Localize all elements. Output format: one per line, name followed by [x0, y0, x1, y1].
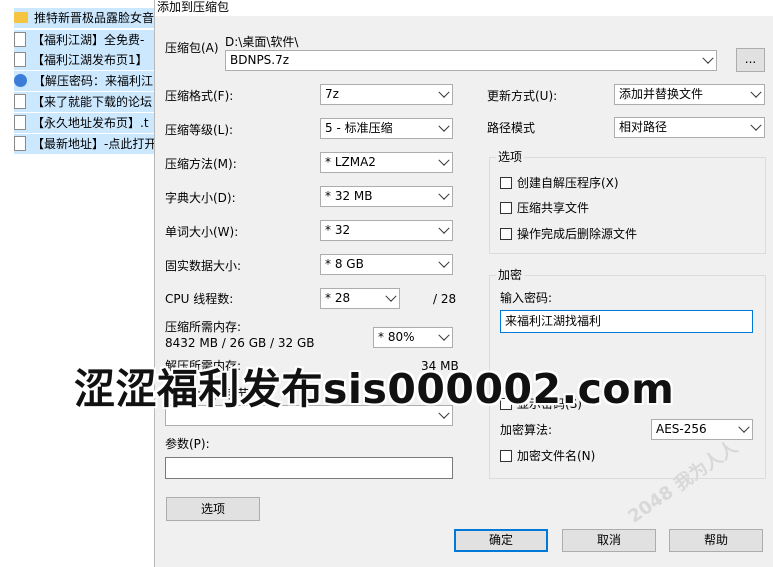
format-label: 压缩格式(F):: [165, 89, 234, 103]
doc-icon: [14, 32, 26, 47]
chevron-down-icon: [702, 52, 714, 64]
chevron-down-icon: [750, 119, 762, 131]
update-value: 添加并替换文件: [619, 87, 704, 101]
mem-percent-value: * 80%: [378, 330, 415, 344]
word-label: 单词大小(W):: [165, 225, 239, 239]
watermark-text: 涩涩福利发布sis000002.com: [74, 365, 675, 413]
path-mode-label: 路径模式: [487, 121, 536, 135]
enc-method-label: 加密算法:: [500, 423, 553, 437]
mem-comp-label: 压缩所需内存:: [165, 320, 242, 334]
archive-path: D:\桌面\软件\: [225, 35, 299, 49]
file-name: 【福利江湖发布页1】: [32, 53, 148, 67]
jpg-icon: [14, 74, 27, 87]
doc-icon: [14, 136, 26, 151]
delete-label: 操作完成后删除源文件: [517, 227, 638, 241]
list-item[interactable]: 推特新晋极品露脸女音: [14, 8, 154, 28]
chevron-down-icon: [438, 86, 450, 98]
update-label: 更新方式(U):: [487, 89, 558, 103]
path-mode-value: 相对路径: [619, 120, 668, 134]
method-combo[interactable]: * LZMA2: [320, 152, 453, 173]
ok-button[interactable]: 确定: [454, 529, 548, 552]
password-label: 输入密码:: [500, 291, 553, 305]
list-item[interactable]: 【永久地址发布页】.t: [14, 113, 154, 133]
chevron-down-icon: [438, 256, 450, 268]
chevron-down-icon: [438, 329, 450, 341]
format-value: 7z: [325, 87, 339, 101]
level-label: 压缩等级(L):: [165, 123, 234, 137]
params-input[interactable]: [165, 457, 453, 479]
file-name: 【最新地址】-点此打开: [32, 137, 154, 151]
method-value: * LZMA2: [325, 155, 376, 169]
dict-label: 字典大小(D):: [165, 191, 236, 205]
dict-combo[interactable]: * 32 MB: [320, 186, 453, 207]
list-item[interactable]: 【来了就能下载的论坛: [14, 92, 154, 112]
dict-value: * 32 MB: [325, 189, 373, 203]
archive-name-combo[interactable]: BDNPS.7z: [225, 50, 717, 71]
shared-checkbox[interactable]: [500, 202, 512, 214]
enc-method-value: AES-256: [656, 422, 707, 436]
method-label: 压缩方法(M):: [165, 157, 237, 171]
doc-icon: [14, 115, 26, 130]
delete-checkbox[interactable]: [500, 228, 512, 240]
options-group-title: 选项: [496, 150, 525, 164]
list-item[interactable]: 【福利江湖发布页1】: [14, 50, 154, 70]
encrypt-group-title: 加密: [496, 268, 525, 282]
solid-value: * 8 GB: [325, 257, 364, 271]
solid-combo[interactable]: * 8 GB: [320, 254, 453, 275]
archive-label: 压缩包(A): [165, 41, 219, 55]
file-name: 推特新晋极品露脸女音: [34, 11, 154, 25]
cpu-label: CPU 线程数:: [165, 292, 234, 306]
cpu-combo[interactable]: * 28: [320, 288, 400, 309]
list-item[interactable]: 【最新地址】-点此打开: [14, 134, 154, 154]
browse-button[interactable]: ...: [736, 48, 765, 72]
solid-label: 固实数据大小:: [165, 259, 242, 273]
chevron-down-icon: [438, 222, 450, 234]
folder-icon: [14, 12, 28, 23]
file-list: 推特新晋极品露脸女音 【福利江湖】全免费- 【福利江湖发布页1】 【解压密码：来…: [0, 0, 154, 567]
format-combo[interactable]: 7z: [320, 84, 453, 105]
password-value: 来福利江湖找福利: [505, 314, 602, 328]
word-combo[interactable]: * 32: [320, 220, 453, 241]
params-label: 参数(P):: [165, 437, 210, 451]
encrypt-names-checkbox[interactable]: [500, 450, 512, 462]
shared-label: 压缩共享文件: [517, 201, 590, 215]
mem-percent-combo[interactable]: * 80%: [373, 327, 453, 348]
chevron-down-icon: [438, 154, 450, 166]
doc-icon: [14, 94, 26, 109]
chevron-down-icon: [738, 421, 750, 433]
help-button[interactable]: 帮助: [669, 529, 763, 552]
chevron-down-icon: [385, 290, 397, 302]
mem-comp-value: 8432 MB / 26 GB / 32 GB: [165, 336, 315, 350]
level-value: 5 - 标准压缩: [325, 121, 393, 135]
level-combo[interactable]: 5 - 标准压缩: [320, 118, 453, 139]
cancel-button[interactable]: 取消: [562, 529, 656, 552]
word-value: * 32: [325, 223, 351, 237]
sfx-label: 创建自解压程序(X): [517, 176, 619, 190]
file-name: 【来了就能下载的论坛: [32, 95, 153, 109]
sfx-checkbox[interactable]: [500, 177, 512, 189]
chevron-down-icon: [750, 86, 762, 98]
path-mode-combo[interactable]: 相对路径: [614, 117, 765, 138]
list-item[interactable]: 【解压密码：来福利江: [14, 71, 154, 91]
list-item[interactable]: 【福利江湖】全免费-: [14, 30, 154, 50]
options-button[interactable]: 选项: [166, 497, 260, 521]
cpu-value: * 28: [325, 291, 351, 305]
password-input[interactable]: 来福利江湖找福利: [500, 310, 753, 333]
archive-name: BDNPS.7z: [230, 53, 290, 67]
title-bar: 添加到压缩包: [155, 0, 773, 16]
file-name: 【永久地址发布页】.t: [32, 116, 149, 130]
dialog-title: 添加到压缩包: [157, 0, 230, 14]
cpu-total: / 28: [433, 292, 457, 306]
enc-method-combo[interactable]: AES-256: [651, 419, 753, 440]
chevron-down-icon: [438, 188, 450, 200]
file-name: 【解压密码：来福利江: [33, 74, 154, 88]
doc-icon: [14, 52, 26, 67]
chevron-down-icon: [438, 120, 450, 132]
encrypt-names-label: 加密文件名(N): [517, 449, 596, 463]
file-name: 【福利江湖】全免费-: [32, 33, 145, 47]
update-combo[interactable]: 添加并替换文件: [614, 84, 765, 105]
